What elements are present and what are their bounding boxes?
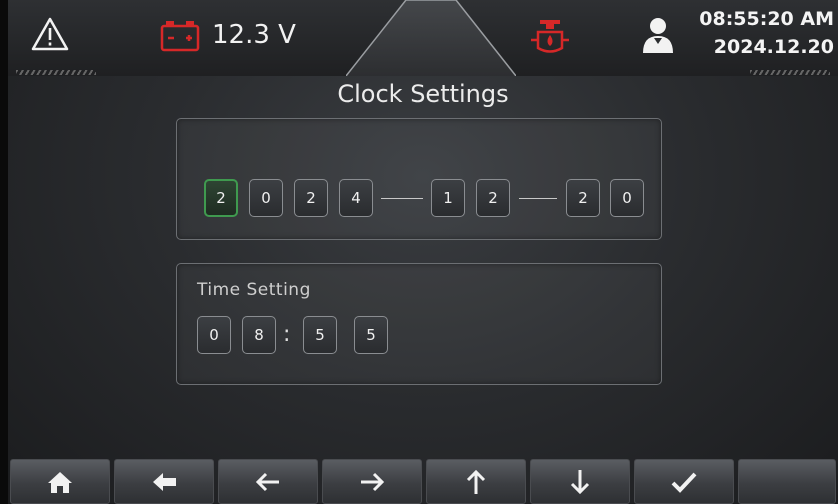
date-digit-day-1[interactable]: 2 [566,179,600,217]
page-title: Clock Settings [337,80,509,108]
home-button[interactable] [10,459,110,504]
left-button[interactable] [218,459,318,504]
date-digit-month-1[interactable]: 1 [431,179,465,217]
topbar-notch-decoration [346,0,516,76]
down-button[interactable] [530,459,630,504]
date-digit-year-3[interactable]: 2 [294,179,328,217]
time-separator: : [283,322,291,347]
time-digit-hour-2[interactable]: 8 [242,316,276,354]
user-icon[interactable] [640,16,676,54]
home-icon [48,471,72,493]
status-bar-stripe-right [750,70,830,75]
status-time: 08:55:20 AM [699,8,834,30]
right-button[interactable] [322,459,422,504]
time-digit-minute-1[interactable]: 5 [303,316,337,354]
down-arrow-icon [570,469,590,494]
right-arrow-icon [361,472,385,491]
status-bar: 12.3 V 08:55:20 AM 2024.12.20 [8,0,838,76]
date-separator [519,198,557,199]
status-bar-stripe-left [16,70,96,75]
left-arrow-icon [255,472,279,491]
back-button[interactable] [114,459,214,504]
date-digit-year-4[interactable]: 4 [339,179,373,217]
up-button[interactable] [426,459,526,504]
up-arrow-icon [466,469,486,494]
date-digit-month-2[interactable]: 2 [476,179,510,217]
bottom-nav [8,459,838,504]
time-digit-hour-1[interactable]: 0 [197,316,231,354]
time-setting-panel: Time Setting 0 8 : 5 5 [176,263,662,385]
date-setting-panel: 2 0 2 4 1 2 2 0 [176,118,662,240]
confirm-button[interactable] [634,459,734,504]
status-date: 2024.12.20 [713,36,834,58]
date-digit-day-2[interactable]: 0 [610,179,644,217]
battery-icon [160,21,200,52]
battery-voltage: 12.3 V [212,20,296,50]
screen: 12.3 V 08:55:20 AM 2024.12.20 Clock Sett… [8,0,838,504]
blank-button[interactable] [738,459,836,504]
back-icon [153,472,176,491]
check-icon [671,472,697,493]
date-digit-year-2[interactable]: 0 [249,179,283,217]
date-separator [381,198,423,199]
date-digit-year-1[interactable]: 2 [204,179,238,217]
warning-icon[interactable] [30,16,70,52]
engine-oil-icon [531,20,569,53]
time-digit-minute-2[interactable]: 5 [354,316,388,354]
time-setting-label: Time Setting [197,280,311,300]
